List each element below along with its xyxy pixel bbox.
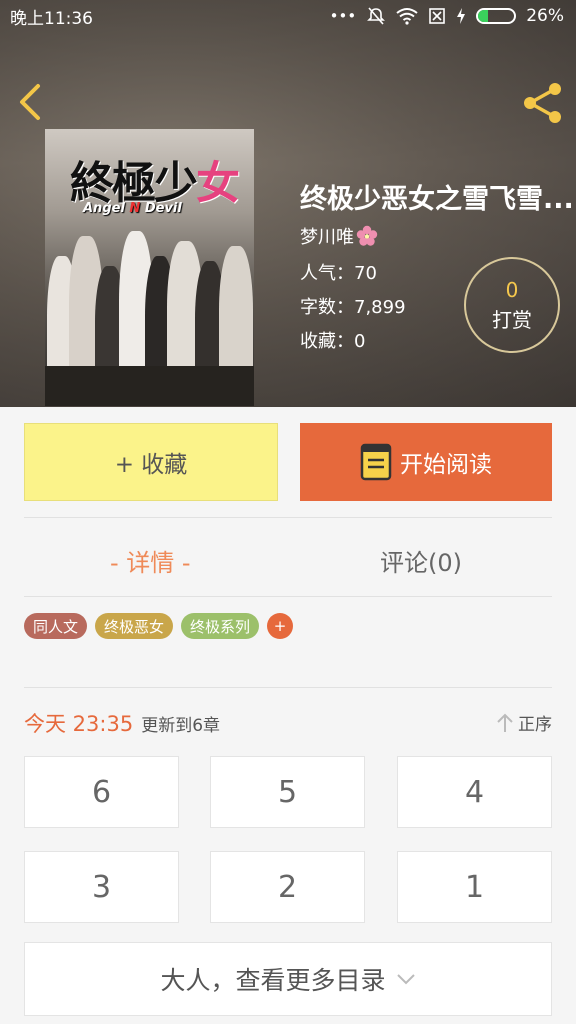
book-title: 终极少恶女之雪飞雪... — [300, 184, 574, 215]
cover-subtitle: Angel N Devil — [83, 201, 182, 216]
tag-item[interactable]: 终极恶女 — [95, 613, 174, 639]
wifi-icon — [396, 8, 418, 25]
divider — [24, 687, 552, 688]
author-link[interactable]: 梦川唯 — [300, 223, 378, 249]
chapter-button[interactable]: 2 — [210, 851, 365, 923]
more-dots-icon: ••• — [329, 7, 357, 25]
arrow-up-icon — [497, 713, 513, 732]
tag-item[interactable]: 同人文 — [24, 613, 88, 639]
divider — [24, 596, 552, 597]
tag-item[interactable]: 终极系列 — [181, 613, 260, 639]
tab-comments[interactable]: 评论(0) — [380, 540, 462, 580]
chapter-button[interactable]: 1 — [397, 851, 552, 923]
cover-cast-image — [45, 224, 254, 406]
update-info: 今天 23:35 更新到6章 正序 — [24, 708, 552, 738]
tip-label: 打赏 — [492, 307, 532, 332]
author-name: 梦川唯 — [300, 227, 354, 248]
start-reading-button[interactable]: 开始阅读 — [300, 423, 552, 501]
battery-icon — [476, 8, 517, 24]
divider — [24, 517, 552, 518]
tag-list: 同人文 终极恶女 终极系列 + — [24, 613, 294, 639]
more-chapters-label: 大人，查看更多目录 — [160, 966, 386, 995]
add-tag-button[interactable]: + — [267, 613, 294, 639]
update-text: 更新到6章 — [141, 715, 221, 736]
battery-percent: 26% — [526, 6, 564, 26]
chevron-down-icon — [396, 974, 415, 985]
tip-button[interactable]: 0 打赏 — [464, 257, 560, 353]
chapter-button[interactable]: 3 — [24, 851, 179, 923]
status-time: 晚上11:36 — [10, 8, 93, 29]
status-bar: 晚上11:36 ••• 26% — [0, 0, 576, 32]
book-icon — [360, 443, 392, 481]
chapter-button[interactable]: 6 — [24, 756, 179, 828]
no-sim-icon — [429, 8, 446, 24]
tip-count: 0 — [505, 277, 519, 302]
update-time: 今天 23:35 — [24, 712, 134, 736]
share-button[interactable] — [520, 80, 566, 126]
sakura-icon — [356, 225, 378, 246]
share-icon — [524, 83, 561, 123]
more-chapters-button[interactable]: 大人，查看更多目录 — [24, 942, 552, 1016]
mute-bell-icon — [367, 7, 386, 25]
back-button[interactable] — [14, 82, 50, 122]
book-cover[interactable]: 終極少女 Angel N Devil — [45, 129, 254, 406]
collect-button[interactable]: + 收藏 — [24, 423, 278, 501]
collect-label: + 收藏 — [114, 452, 188, 478]
chapter-button[interactable]: 5 — [210, 756, 365, 828]
popularity-text: 人气：70 — [300, 263, 377, 284]
charging-icon — [457, 8, 466, 24]
sort-toggle[interactable]: 正序 — [496, 710, 552, 735]
tab-detail[interactable]: - 详情 - — [110, 540, 191, 580]
chapter-button[interactable]: 4 — [397, 756, 552, 828]
chevron-left-icon — [20, 84, 40, 120]
word-count-text: 字数：7,899 — [300, 297, 406, 318]
favorites-text: 收藏：0 — [300, 331, 366, 352]
start-reading-label: 开始阅读 — [400, 452, 492, 478]
sort-label: 正序 — [518, 715, 552, 735]
